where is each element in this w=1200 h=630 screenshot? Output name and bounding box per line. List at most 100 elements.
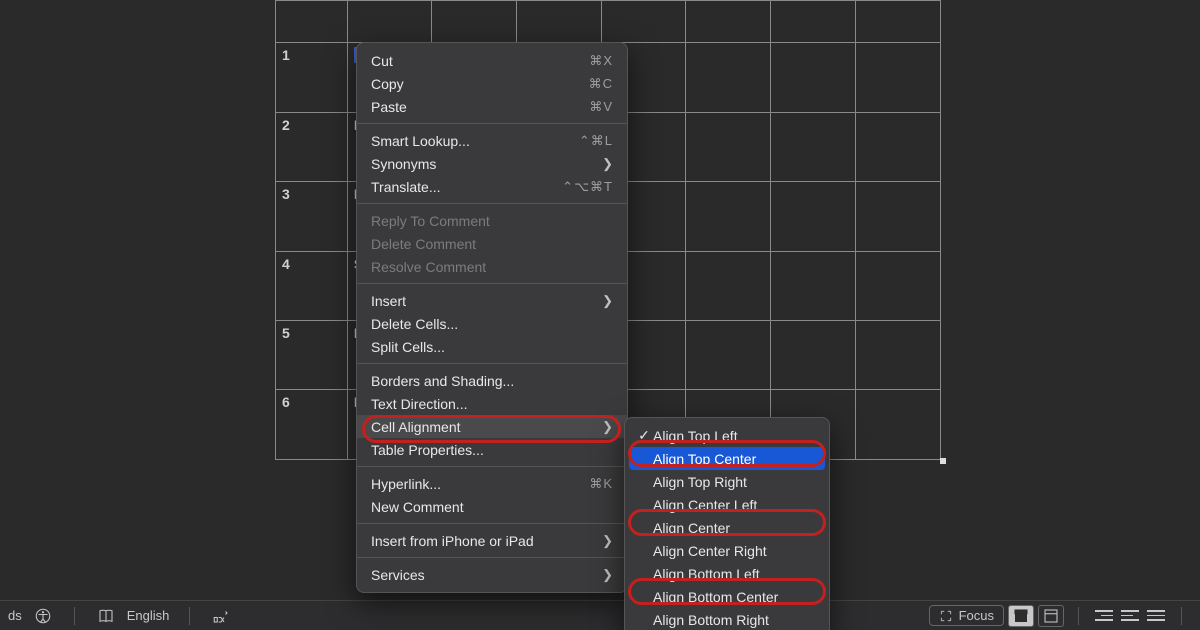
menu-item-label: Delete Cells... (371, 316, 458, 332)
submenu-item[interactable]: Align Top Center (629, 447, 825, 470)
chevron-right-icon: ❯ (602, 567, 613, 583)
menu-item[interactable]: Table Properties... (357, 438, 627, 461)
submenu-item[interactable]: Align Bottom Center (625, 585, 829, 608)
chevron-right-icon: ❯ (602, 419, 613, 435)
submenu-item[interactable]: Align Center Left (625, 493, 829, 516)
menu-item[interactable]: Insert ❯ (357, 289, 627, 312)
row-number-cell[interactable]: 4 (276, 251, 348, 320)
check-icon: ✓ (635, 427, 653, 444)
submenu-item[interactable]: Align Bottom Left (625, 562, 829, 585)
menu-item-label: Borders and Shading... (371, 373, 514, 389)
menu-item[interactable]: Text Direction... (357, 392, 627, 415)
table-cell[interactable] (856, 1, 941, 43)
cell-alignment-submenu: ✓Align Top Left Align Top Center Align Top… (624, 417, 830, 630)
status-language[interactable]: English (127, 608, 170, 623)
menu-item[interactable]: Split Cells... (357, 335, 627, 358)
menu-separator (357, 363, 627, 364)
menu-item[interactable]: Insert from iPhone or iPad ❯ (357, 529, 627, 552)
menu-item-label: Paste (371, 99, 407, 115)
submenu-item[interactable]: Align Top Right (625, 470, 829, 493)
menu-separator (357, 203, 627, 204)
status-bar: ds English Focus (0, 600, 1200, 630)
menu-shortcut: ⌘V (589, 99, 613, 115)
menu-item[interactable]: Synonyms ❯ (357, 152, 627, 175)
submenu-item-label: Align Center Left (653, 497, 757, 513)
menu-item[interactable]: Copy ⌘C (357, 72, 627, 95)
submenu-item-label: Align Center Right (653, 543, 767, 559)
menu-item-label: Text Direction... (371, 396, 467, 412)
menu-item[interactable]: Translate... ⌃⌥⌘T (357, 175, 627, 198)
table-cell[interactable] (347, 1, 431, 43)
menu-separator (357, 283, 627, 284)
menu-separator (357, 523, 627, 524)
row-number-cell[interactable]: 6 (276, 390, 348, 460)
menu-item[interactable]: Smart Lookup...⌃⌘L (357, 129, 627, 152)
menu-item-label: Resolve Comment (371, 259, 486, 275)
menu-shortcut: ⌃⌥⌘T (562, 179, 613, 195)
indent-decrease-icon[interactable] (1093, 605, 1115, 627)
view-web-layout-icon[interactable] (1038, 605, 1064, 627)
menu-shortcut: ⌘X (589, 53, 613, 69)
chevron-right-icon: ❯ (602, 156, 613, 172)
text-prediction-icon[interactable] (210, 605, 232, 627)
table-row (276, 1, 941, 43)
menu-item-label: Synonyms (371, 156, 436, 172)
book-icon[interactable] (95, 605, 117, 627)
view-print-layout-icon[interactable] (1008, 605, 1034, 627)
submenu-item-label: Align Bottom Center (653, 589, 778, 605)
chevron-right-icon: ❯ (602, 533, 613, 549)
row-number-cell[interactable]: 5 (276, 320, 348, 389)
menu-item[interactable]: New Comment (357, 495, 627, 518)
submenu-item[interactable]: Align Bottom Right (625, 608, 829, 630)
submenu-item-label: Align Bottom Right (653, 612, 769, 628)
menu-item[interactable]: Cell Alignment❯ (357, 415, 627, 438)
menu-item-label: Hyperlink... (371, 476, 441, 492)
row-number-cell[interactable] (276, 1, 348, 43)
row-number-cell[interactable]: 3 (276, 182, 348, 251)
menu-item[interactable]: Paste ⌘V (357, 95, 627, 118)
menu-item-label: Insert from iPhone or iPad (371, 533, 534, 549)
menu-shortcut: ⌘K (589, 476, 613, 492)
focus-button[interactable]: Focus (929, 605, 1004, 626)
menu-item-label: Table Properties... (371, 442, 484, 458)
menu-item-label: Translate... (371, 179, 441, 195)
menu-item-label: Insert (371, 293, 406, 309)
submenu-item[interactable]: Align Center (625, 516, 829, 539)
indent-increase-icon[interactable] (1119, 605, 1141, 627)
row-number-cell[interactable]: 1 (276, 43, 348, 112)
menu-item[interactable]: Delete Cells... (357, 312, 627, 335)
selection-handle[interactable] (940, 458, 946, 464)
menu-item-label: Reply To Comment (371, 213, 490, 229)
submenu-item-label: Align Center (653, 520, 730, 536)
menu-item[interactable]: Borders and Shading... (357, 369, 627, 392)
menu-item[interactable]: Hyperlink... ⌘K (357, 472, 627, 495)
menu-separator (357, 466, 627, 467)
submenu-item-label: Align Top Right (653, 474, 747, 490)
status-left-truncated: ds (8, 608, 22, 623)
menu-item-label: Delete Comment (371, 236, 476, 252)
table-cell[interactable] (516, 1, 601, 43)
menu-item: Reply To Comment (357, 209, 627, 232)
menu-item-label: Services (371, 567, 425, 583)
submenu-item[interactable]: Align Center Right (625, 539, 829, 562)
table-cell[interactable] (431, 1, 516, 43)
menu-shortcut: ⌃⌘L (579, 133, 613, 149)
menu-item-label: Cut (371, 53, 393, 69)
focus-icon (939, 609, 953, 623)
menu-shortcut: ⌘C (589, 76, 613, 92)
submenu-item-label: Align Bottom Left (653, 566, 760, 582)
submenu-item-label: Align Top Center (653, 451, 756, 467)
menu-item[interactable]: Services ❯ (357, 563, 627, 586)
menu-item[interactable]: Cut ⌘X (357, 49, 627, 72)
table-cell[interactable] (601, 1, 686, 43)
table-cell[interactable] (686, 1, 771, 43)
row-number-cell[interactable]: 2 (276, 112, 348, 181)
menu-separator (357, 123, 627, 124)
chevron-right-icon: ❯ (602, 293, 613, 309)
accessibility-icon[interactable] (32, 605, 54, 627)
submenu-item[interactable]: ✓Align Top Left (625, 424, 829, 447)
menu-item-label: Copy (371, 76, 404, 92)
focus-label: Focus (959, 608, 994, 623)
table-cell[interactable] (771, 1, 856, 43)
align-justify-icon[interactable] (1145, 605, 1167, 627)
